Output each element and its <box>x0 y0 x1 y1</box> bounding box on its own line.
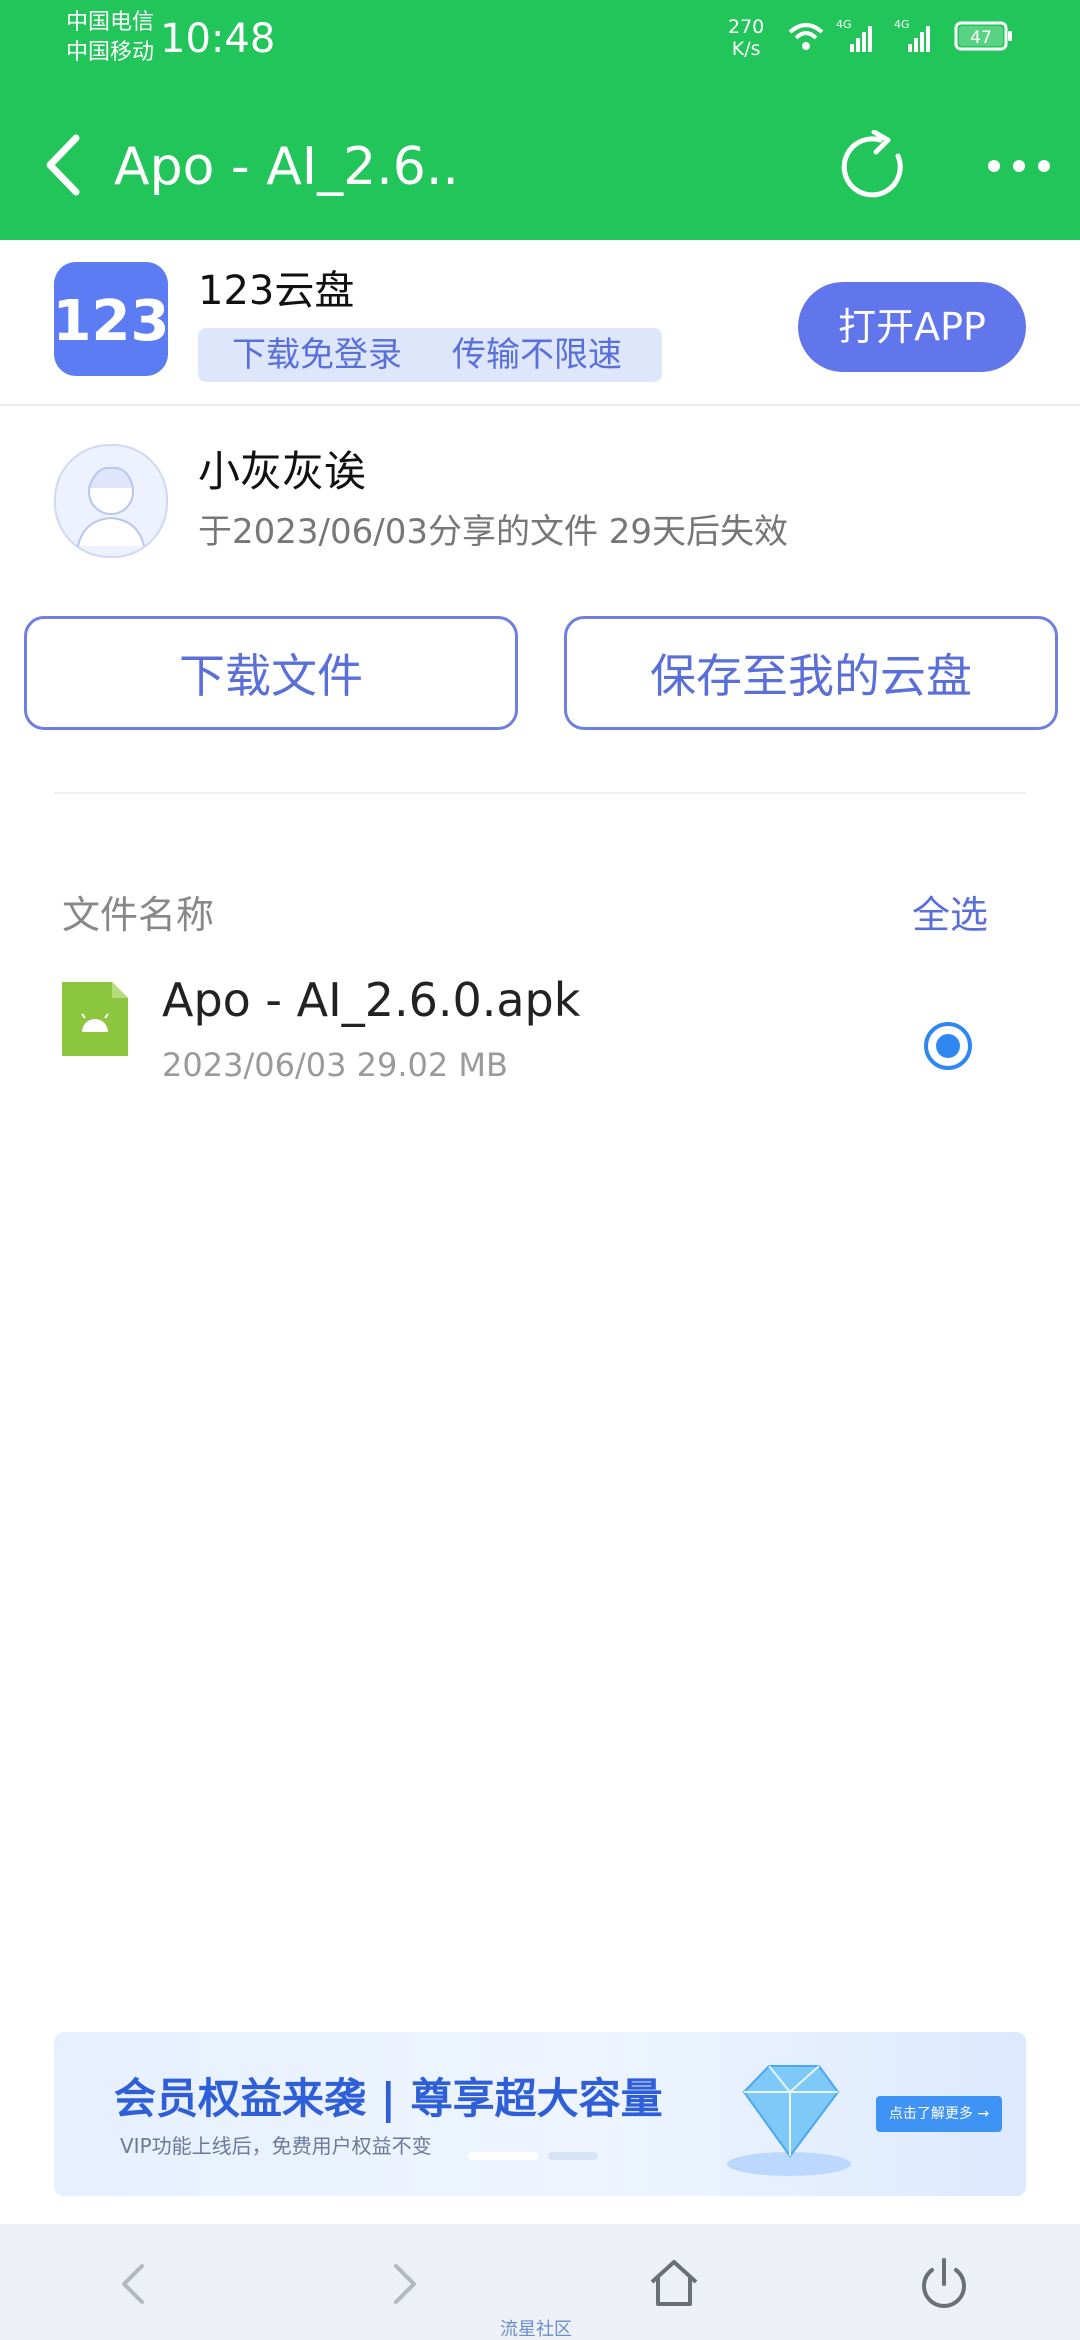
ad-title: 会员权益来袭 | 尊享超大容量 <box>114 2074 663 2123</box>
signal-1-label: 4G <box>836 18 852 31</box>
share-info: 于2023/06/03分享的文件 29天后失效 <box>198 512 789 552</box>
download-file-button[interactable]: 下载文件 <box>24 616 518 730</box>
refresh-icon <box>841 129 903 198</box>
carrier-2: 中国移动 <box>66 40 155 65</box>
signal-2-icon: 4G <box>894 18 930 52</box>
more-button[interactable] <box>984 146 1054 186</box>
app-name: 123云盘 <box>198 268 355 314</box>
ad-subtitle: VIP功能上线后，免费用户权益不变 <box>120 2134 432 2158</box>
divider <box>54 792 1026 794</box>
carrier-1: 中国电信 <box>66 10 155 35</box>
wifi-icon <box>788 23 824 50</box>
status-time: 10:48 <box>160 16 276 62</box>
ad-learn-more-button[interactable]: 点击了解更多 → <box>876 2096 1002 2132</box>
nav-bar: Apo - AI_2.6.. <box>0 120 1080 220</box>
carrier-names: 中国电信 中国移动 <box>66 8 154 68</box>
app-tag-2: 传输不限速 <box>452 335 622 375</box>
avatar-icon <box>77 466 145 547</box>
file-meta: 2023/06/03 29.02 MB <box>162 1046 508 1084</box>
sharer-avatar <box>54 444 168 558</box>
diamond-icon <box>727 2065 851 2176</box>
more-dots-icon <box>988 160 1050 172</box>
file-name: Apo - AI_2.6.0.apk <box>162 973 581 1027</box>
net-speed-value: 270 <box>728 16 765 38</box>
nav-back-icon[interactable] <box>104 2254 164 2314</box>
page-title: Apo - AI_2.6.. <box>114 137 459 197</box>
carousel-dot-active <box>468 2152 538 2160</box>
app-tag-1: 下载免登录 <box>232 335 402 375</box>
battery-icon: 47 <box>954 21 1012 51</box>
refresh-button[interactable] <box>838 129 914 206</box>
signal-2-label: 4G <box>894 18 910 31</box>
app-tags: 下载免登录 传输不限速 <box>198 328 662 382</box>
bottom-caption: 流星社区 <box>500 2319 572 2340</box>
carousel-dot <box>548 2152 598 2160</box>
save-to-cloud-button[interactable]: 保存至我的云盘 <box>564 616 1058 730</box>
file-row[interactable]: Apo - AI_2.6.0.apk 2023/06/03 29.02 MB <box>0 968 1080 1098</box>
status-bar: 中国电信 中国移动 10:48 270 K/s 4G 4G 47 <box>0 0 1080 78</box>
sharer-name: 小灰灰诶 <box>198 447 367 496</box>
file-select-radio[interactable] <box>922 1020 974 1072</box>
back-button[interactable] <box>40 130 90 200</box>
apk-file-icon <box>62 982 128 1056</box>
app-logo-text: 123 <box>54 289 168 354</box>
select-all-button[interactable]: 全选 <box>912 888 988 942</box>
power-icon[interactable] <box>914 2254 974 2314</box>
file-list-header: 文件名称 <box>62 893 215 937</box>
ad-banner[interactable]: 会员权益来袭 | 尊享超大容量 VIP功能上线后，免费用户权益不变 点击了解更多… <box>54 2032 1026 2196</box>
chevron-left-icon <box>46 134 80 196</box>
battery-level: 47 <box>970 28 992 48</box>
app-promo-banner: 123 123云盘 下载免登录 传输不限速 打开APP <box>0 240 1080 406</box>
signal-1-icon: 4G <box>836 18 872 52</box>
browser-bottom-nav: 流星社区 <box>0 2224 1080 2340</box>
app-logo-graphic: 123 <box>53 289 170 354</box>
top-header: 中国电信 中国移动 10:48 270 K/s 4G 4G 47 Apo - A… <box>0 0 1080 240</box>
home-icon[interactable] <box>644 2254 704 2314</box>
app-logo: 123 <box>53 262 170 376</box>
net-speed: 270 K/s <box>728 16 764 60</box>
open-app-button[interactable]: 打开APP <box>798 282 1026 372</box>
nav-forward-icon[interactable] <box>374 2254 434 2314</box>
net-speed-unit: K/s <box>731 38 761 60</box>
